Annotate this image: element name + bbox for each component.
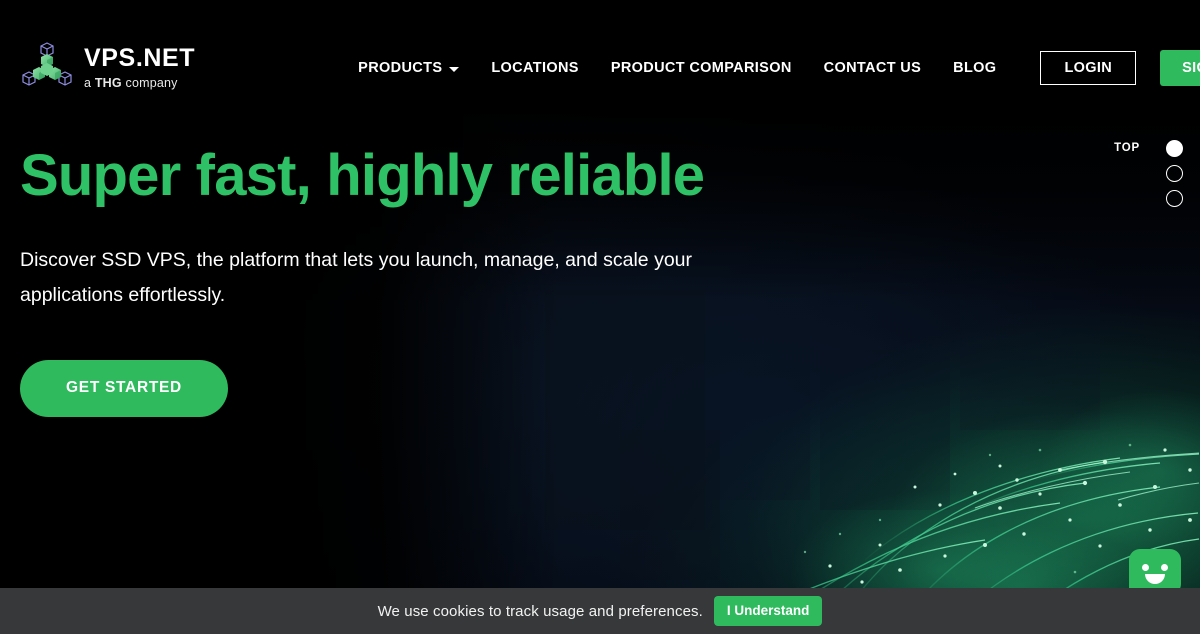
logo[interactable]: VPS.NET a THG company <box>20 42 195 94</box>
nav-item-locations[interactable]: LOCATIONS <box>475 60 594 76</box>
site-header: VPS.NET a THG company PRODUCTS LOCATIONS… <box>0 0 1200 136</box>
chat-eye-left <box>1142 564 1149 571</box>
pagination-dot-2[interactable] <box>1166 165 1183 182</box>
nav-label-locations: LOCATIONS <box>491 60 579 76</box>
nav-label-products: PRODUCTS <box>358 60 443 76</box>
chevron-down-icon[interactable] <box>449 66 460 72</box>
nav-item-contact-us[interactable]: CONTACT US <box>808 60 937 76</box>
nav-label-blog: BLOG <box>953 60 997 76</box>
logo-tagline-prefix: a <box>84 76 95 91</box>
logo-tagline-brand: THG <box>94 76 122 91</box>
hero-section: Super fast, highly reliable Discover SSD… <box>20 143 760 417</box>
nav-item-product-comparison[interactable]: PRODUCT COMPARISON <box>595 60 808 76</box>
section-pagination: TOP <box>1114 140 1183 207</box>
get-started-button[interactable]: GET STARTED <box>20 359 228 417</box>
nav-item-products[interactable]: PRODUCTS <box>342 60 475 76</box>
signup-button[interactable]: SIGNUP <box>1160 49 1200 87</box>
hero-subheadline: Discover SSD VPS, the platform that lets… <box>20 248 693 307</box>
page-root: VPS.NET a THG company PRODUCTS LOCATIONS… <box>0 0 1200 634</box>
cookie-consent-bar: We use cookies to track usage and prefer… <box>0 588 1200 634</box>
logo-tagline: a THG company <box>84 77 195 90</box>
pagination-label: TOP <box>1114 142 1140 154</box>
cube-cluster-logo-icon <box>20 42 72 94</box>
nav-item-blog[interactable]: BLOG <box>937 60 1012 76</box>
logo-title: VPS.NET <box>84 44 196 73</box>
nav-label-product-comparison: PRODUCT COMPARISON <box>610 60 792 76</box>
logo-tagline-suffix: company <box>121 76 178 91</box>
chat-smile <box>1145 574 1165 584</box>
cookie-accept-button[interactable]: I Understand <box>713 596 823 626</box>
hero-headline: Super fast, highly reliable <box>20 143 705 208</box>
pagination-dot-3[interactable] <box>1166 190 1183 207</box>
main-navigation: PRODUCTS LOCATIONS PRODUCT COMPARISON CO… <box>342 49 1200 87</box>
nav-label-contact-us: CONTACT US <box>823 60 922 76</box>
cookie-message: We use cookies to track usage and prefer… <box>377 602 703 620</box>
login-button[interactable]: LOGIN <box>1040 50 1137 86</box>
pagination-dot-1[interactable] <box>1166 140 1183 157</box>
chat-eye-right <box>1161 564 1168 571</box>
